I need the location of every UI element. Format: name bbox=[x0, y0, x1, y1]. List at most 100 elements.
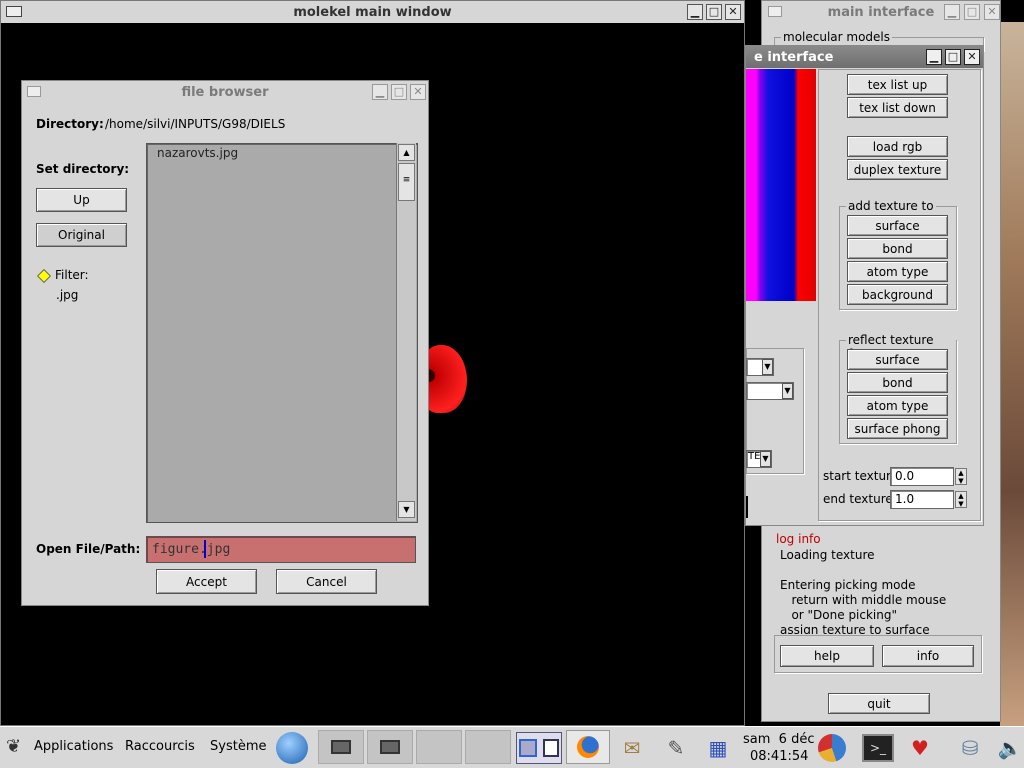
directory-path: /home/silvi/INPUTS/G98/DIELS bbox=[105, 117, 286, 131]
filter-value: .jpg bbox=[56, 288, 79, 302]
terminal-icon[interactable]: >_ bbox=[862, 734, 894, 762]
add-bond-button[interactable]: bond bbox=[847, 238, 948, 259]
log-line: or "Done picking" bbox=[780, 608, 898, 622]
taskbar-window-button-3[interactable] bbox=[416, 730, 462, 764]
texture-interface-title: e interface bbox=[754, 49, 834, 65]
tex-list-up-button[interactable]: tex list up bbox=[847, 74, 948, 95]
scrollbar-thumb[interactable]: ≡ bbox=[398, 163, 415, 201]
log-line: Entering picking mode bbox=[780, 578, 916, 592]
start-texture-input[interactable]: 0.0 bbox=[890, 467, 954, 486]
load-rgb-button[interactable]: load rgb bbox=[847, 136, 948, 157]
reflect-bond-button[interactable]: bond bbox=[847, 372, 948, 393]
add-background-button[interactable]: background bbox=[847, 284, 948, 305]
volume-icon[interactable]: 🔈 bbox=[994, 732, 1024, 764]
maximize-icon[interactable]: □ bbox=[706, 4, 722, 20]
add-texture-title: add texture to bbox=[846, 199, 936, 213]
desktop-background bbox=[1000, 22, 1024, 726]
chevron-down-icon[interactable]: ▼ bbox=[762, 359, 773, 375]
window-icon bbox=[331, 740, 351, 754]
systeme-menu[interactable]: Système bbox=[210, 739, 266, 754]
window-menu-icon[interactable] bbox=[27, 86, 41, 97]
maximize-icon[interactable]: □ bbox=[964, 4, 980, 20]
end-texture-spinner[interactable]: ▲ ▼ bbox=[955, 491, 967, 508]
applications-menu[interactable]: Applications bbox=[34, 739, 113, 754]
main-interface-title: main interface bbox=[827, 4, 935, 20]
accept-button[interactable]: Accept bbox=[156, 569, 257, 594]
log-line: assign texture to surface bbox=[780, 623, 930, 634]
close-icon[interactable]: ✕ bbox=[984, 4, 1000, 20]
chevron-up-icon[interactable]: ▲ bbox=[398, 144, 415, 161]
add-surface-button[interactable]: surface bbox=[847, 215, 948, 236]
file-browser-window: file browser ▁ □ ✕ Directory: /home/silv… bbox=[21, 80, 429, 606]
add-atom-type-button[interactable]: atom type bbox=[847, 261, 948, 282]
chart-icon[interactable]: ▦ bbox=[702, 732, 734, 764]
gnome-foot-icon[interactable]: ❦ bbox=[6, 736, 28, 758]
firefox-globe bbox=[577, 736, 599, 758]
quit-button[interactable]: quit bbox=[828, 693, 930, 714]
reflect-atom-type-button[interactable]: atom type bbox=[847, 395, 948, 416]
clock-date: sam 6 déc bbox=[743, 732, 815, 747]
reflect-surface-phong-button[interactable]: surface phong bbox=[847, 418, 948, 439]
start-texture-label: start texture bbox=[823, 469, 899, 483]
taskbar-window-button-2[interactable] bbox=[367, 730, 413, 764]
taskbar-window-button-4[interactable] bbox=[465, 730, 511, 764]
firefox-icon[interactable] bbox=[566, 730, 610, 764]
raccourcis-menu[interactable]: Raccourcis bbox=[125, 739, 195, 754]
end-texture-input[interactable]: 1.0 bbox=[890, 490, 954, 509]
filter-radio-icon[interactable] bbox=[36, 268, 52, 284]
up-button[interactable]: Up bbox=[36, 188, 127, 212]
taskbar-window-button-1[interactable] bbox=[318, 730, 364, 764]
maximize-icon[interactable]: □ bbox=[945, 49, 961, 65]
heart-icon[interactable]: ♥ bbox=[904, 732, 936, 764]
maximize-icon[interactable]: □ bbox=[391, 84, 407, 100]
pie-chart-icon[interactable] bbox=[818, 734, 846, 762]
log-text-area: Loading texture Entering picking mode re… bbox=[774, 546, 996, 634]
close-icon[interactable]: ✕ bbox=[964, 49, 980, 65]
file-list[interactable]: nazarovts.jpg bbox=[146, 143, 418, 523]
minimize-icon[interactable]: ▁ bbox=[372, 84, 388, 100]
texture-preview bbox=[746, 69, 816, 301]
log-info-label: log info bbox=[776, 532, 821, 546]
reflect-surface-button[interactable]: surface bbox=[847, 349, 948, 370]
directory-label: Directory: bbox=[36, 117, 104, 131]
minimize-icon[interactable]: ▁ bbox=[944, 4, 960, 20]
filter-label: Filter: bbox=[55, 268, 89, 282]
main-window-title: molekel main window bbox=[293, 4, 452, 20]
close-icon[interactable]: ✕ bbox=[410, 84, 426, 100]
globe-icon[interactable] bbox=[276, 732, 308, 764]
edit-icon[interactable]: ✎ bbox=[660, 732, 692, 764]
original-button[interactable]: Original bbox=[36, 223, 127, 247]
close-icon[interactable]: ✕ bbox=[725, 4, 741, 20]
chevron-down-icon[interactable]: ▼ bbox=[398, 501, 415, 518]
texture-interface-titlebar[interactable]: e interface ▁ □ ✕ bbox=[746, 46, 983, 68]
help-button[interactable]: help bbox=[780, 645, 874, 667]
chevron-down-icon[interactable]: ▼ bbox=[760, 451, 771, 467]
black-strip bbox=[746, 496, 748, 518]
duplex-texture-button[interactable]: duplex texture bbox=[847, 159, 948, 180]
minimize-icon[interactable]: ▁ bbox=[926, 49, 942, 65]
open-file-label: Open File/Path: bbox=[36, 542, 141, 556]
main-interface-titlebar[interactable]: main interface ▁ □ ✕ bbox=[762, 1, 1000, 23]
window-icon bbox=[380, 740, 400, 754]
taskbar: ❦ Applications Raccourcis Système ✉ ✎ ▦ … bbox=[0, 726, 1024, 768]
set-directory-label: Set directory: bbox=[36, 162, 130, 176]
file-browser-titlebar[interactable]: file browser ▁ □ ✕ bbox=[22, 81, 428, 103]
open-file-input[interactable]: figure.jpg bbox=[146, 536, 416, 563]
chevron-down-icon[interactable]: ▼ bbox=[782, 383, 793, 399]
window-menu-icon[interactable] bbox=[6, 6, 22, 17]
open-file-value: figure.jpg bbox=[152, 542, 231, 557]
minimize-icon[interactable]: ▁ bbox=[687, 4, 703, 20]
workspace-switcher-icon[interactable] bbox=[516, 732, 562, 764]
info-button[interactable]: info bbox=[882, 645, 974, 667]
network-icon[interactable]: ✉ bbox=[616, 732, 648, 764]
tex-list-down-button[interactable]: tex list down bbox=[847, 97, 948, 118]
storage-icon[interactable]: ⛁ bbox=[954, 732, 986, 764]
combo-box-3-text: TE bbox=[748, 451, 761, 462]
window-menu-icon[interactable] bbox=[768, 6, 782, 17]
start-texture-spinner[interactable]: ▲ ▼ bbox=[955, 468, 967, 485]
clock-time: 08:41:54 bbox=[750, 749, 809, 764]
list-item[interactable]: nazarovts.jpg bbox=[157, 146, 238, 160]
main-window-titlebar[interactable]: molekel main window ▁ □ ✕ bbox=[1, 1, 744, 23]
file-list-scrollbar[interactable]: ▲ ≡ ▼ bbox=[396, 143, 416, 521]
cancel-button[interactable]: Cancel bbox=[276, 569, 377, 594]
